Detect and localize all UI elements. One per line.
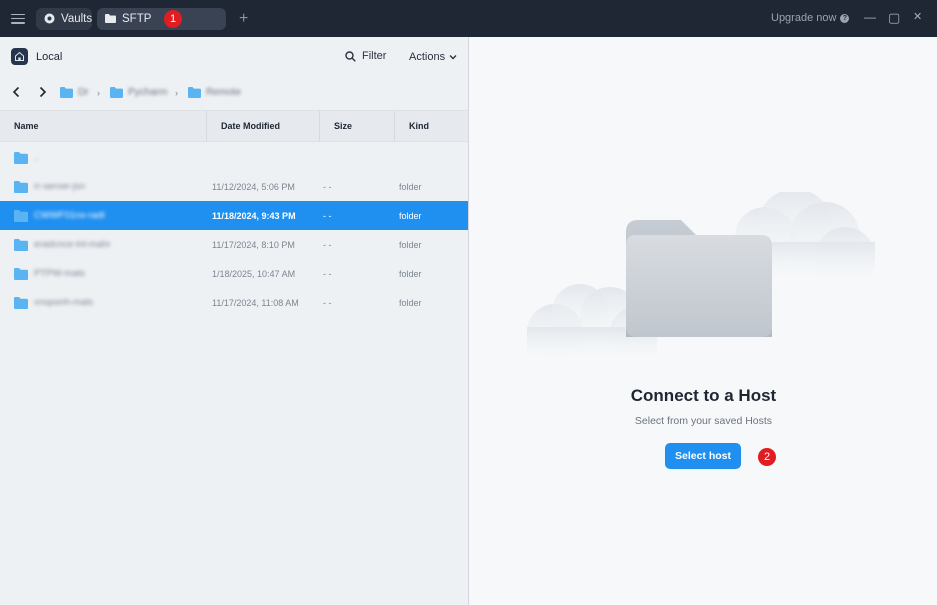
breadcrumb-item[interactable]: Pycharm [110, 87, 167, 98]
back-arrow-icon[interactable] [12, 86, 21, 98]
upgrade-label: Upgrade now [771, 12, 837, 24]
folder-icon [14, 209, 28, 222]
table-row[interactable]: rr-server-jsn 11/12/2024, 5:06 PM - - folde… [0, 172, 468, 201]
table-row[interactable]: eradcnce-lnl-mahr 11/17/2024, 8:10 PM - - f… [0, 230, 468, 259]
table-header: Name Date Modified Size Kind [0, 110, 468, 142]
empty-state-title: Connect to a Host [630, 386, 777, 405]
date-modified-cell: 11/12/2024, 5:06 PM [212, 181, 295, 192]
tab-label: SFTP [122, 12, 152, 25]
vault-icon [44, 13, 55, 24]
tab-vaults[interactable]: Vaults [36, 7, 93, 30]
maximize-button[interactable]: ▢ [888, 11, 900, 24]
folder-icon [105, 14, 116, 23]
search-icon [345, 50, 356, 62]
kind-cell: folder [399, 181, 422, 192]
table-row[interactable]: .. [0, 143, 468, 172]
kind-cell: folder [399, 297, 422, 308]
breadcrumb: Dr › Pycharm › Remote [0, 81, 469, 105]
close-button[interactable]: ✕ [913, 12, 922, 23]
size-cell: - - [323, 210, 332, 221]
minimize-button[interactable]: — [864, 11, 876, 23]
file-name-cell: eradcnce-lnl-mahr [14, 230, 111, 259]
tab-sftp[interactable]: SFTP [97, 7, 226, 30]
help-icon: ? [840, 13, 850, 23]
file-name-cell: .. [14, 143, 39, 172]
actions-label: Actions [409, 51, 446, 63]
date-modified-cell: 11/17/2024, 11:08 AM [212, 297, 299, 308]
size-cell: - - [323, 239, 332, 250]
column-header-kind[interactable]: Kind [395, 111, 468, 141]
filter-button[interactable]: Filter [345, 50, 386, 62]
forward-arrow-icon[interactable] [38, 86, 47, 98]
local-home-icon [11, 48, 28, 65]
file-name-cell: PTPW-mats [14, 259, 85, 288]
table-row[interactable]: vnsponh-mals 11/17/2024, 11:08 AM - - folde… [0, 288, 468, 317]
upgrade-link[interactable]: Upgrade now ? [771, 12, 850, 24]
breadcrumb-item[interactable]: Remote [188, 87, 241, 98]
menu-icon[interactable] [11, 13, 25, 24]
file-name-cell: rr-server-jsn [14, 172, 85, 201]
location-label: Local [36, 51, 63, 63]
folder-icon [188, 87, 201, 98]
date-modified-cell: 11/17/2024, 8:10 PM [212, 239, 295, 250]
column-header-name[interactable]: Name [0, 111, 207, 141]
file-name-cell: CWWF01ns-radt [14, 201, 105, 230]
chevron-down-icon [449, 55, 457, 60]
breadcrumb-separator: › [97, 88, 100, 98]
breadcrumb-item[interactable]: Dr [60, 87, 89, 98]
folder-icon [14, 296, 28, 309]
empty-state-subtitle: Select from your saved Hosts [634, 415, 773, 427]
title-bar: Vaults SFTP + 1 Upgrade now ? — ▢ ✕ [0, 0, 937, 37]
folder-icon [14, 267, 28, 280]
breadcrumb-separator: › [175, 88, 178, 98]
empty-state-illustration [527, 192, 875, 362]
filter-label: Filter [362, 50, 387, 62]
table-row[interactable]: CWWF01ns-radt 11/18/2024, 9:43 PM - - folde… [0, 201, 468, 230]
folder-icon [14, 180, 28, 193]
size-cell: - - [323, 297, 332, 308]
folder-icon [14, 238, 28, 251]
tab-label: Vaults [61, 12, 93, 25]
annotation-badge-1: 1 [164, 10, 182, 28]
kind-cell: folder [399, 210, 422, 221]
column-header-date[interactable]: Date Modified [207, 111, 320, 141]
date-modified-cell: 11/18/2024, 9:43 PM [212, 210, 296, 221]
select-host-button[interactable]: Select host [665, 443, 741, 469]
kind-cell: folder [399, 268, 422, 279]
column-header-size[interactable]: Size [320, 111, 395, 141]
remote-pane: Connect to a Host Select from your saved… [470, 37, 937, 605]
kind-cell: folder [399, 239, 422, 250]
new-tab-button[interactable]: + [239, 10, 248, 27]
size-cell: - - [323, 181, 332, 192]
local-pane: Local Filter Actions Dr › Pycharm › Remo… [0, 37, 469, 605]
folder-icon [14, 151, 28, 164]
actions-dropdown[interactable]: Actions [409, 51, 457, 63]
folder-icon [110, 87, 123, 98]
table-row[interactable]: PTPW-mats 1/18/2025, 10:47 AM - - folder [0, 259, 468, 288]
folder-icon [60, 87, 73, 98]
annotation-badge-2: 2 [758, 448, 776, 466]
date-modified-cell: 1/18/2025, 10:47 AM [212, 268, 296, 279]
local-header: Local Filter Actions [0, 37, 469, 75]
file-name-cell: vnsponh-mals [14, 288, 93, 317]
size-cell: - - [323, 268, 332, 279]
